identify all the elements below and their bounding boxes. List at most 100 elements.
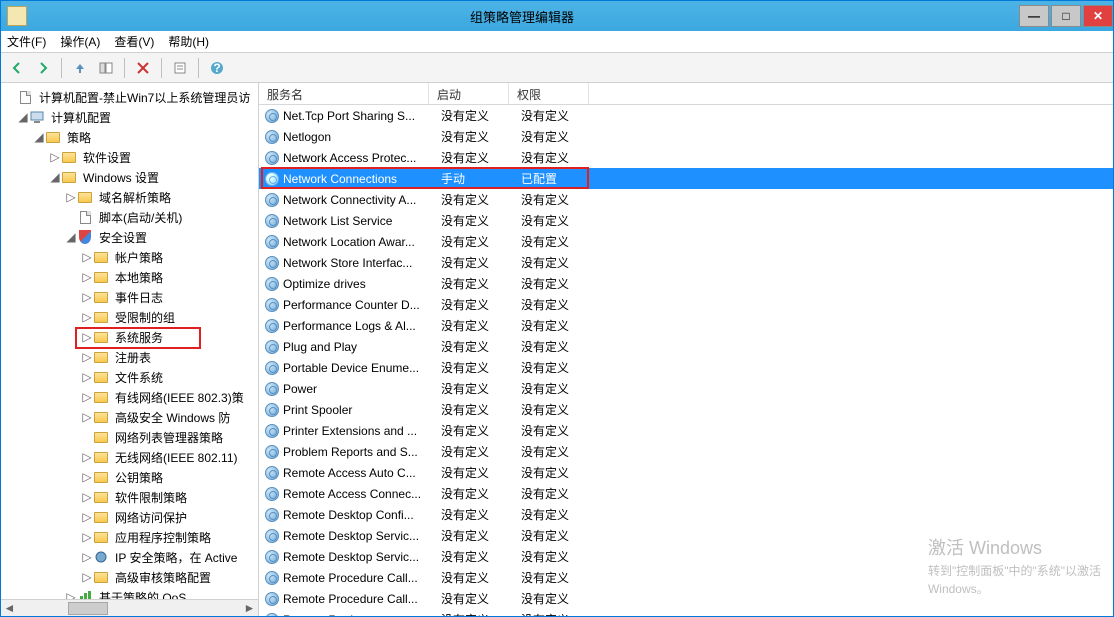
tree-nap[interactable]: ▷网络访问保护 <box>1 507 258 527</box>
service-name: Remote Desktop Servic... <box>283 529 441 543</box>
service-icon <box>265 172 279 186</box>
service-row[interactable]: Net.Tcp Port Sharing S...没有定义没有定义 <box>259 105 1113 126</box>
service-startup: 没有定义 <box>441 212 521 229</box>
menu-action[interactable]: 操作(A) <box>60 33 100 50</box>
service-row[interactable]: Remote Desktop Servic...没有定义没有定义 <box>259 525 1113 546</box>
tree-scripts[interactable]: 脚本(启动/关机) <box>1 207 258 227</box>
tree-local-policies[interactable]: ▷本地策略 <box>1 267 258 287</box>
tree-file-system[interactable]: ▷文件系统 <box>1 367 258 387</box>
service-row[interactable]: Portable Device Enume...没有定义没有定义 <box>259 357 1113 378</box>
tree-wired-network[interactable]: ▷有线网络(IEEE 802.3)策 <box>1 387 258 407</box>
col-startup[interactable]: 启动 <box>429 83 509 104</box>
show-hide-tree-button[interactable] <box>94 56 118 80</box>
service-row[interactable]: Remote Desktop Servic...没有定义没有定义 <box>259 546 1113 567</box>
service-startup: 没有定义 <box>441 464 521 481</box>
svg-text:?: ? <box>213 61 220 75</box>
service-row[interactable]: Remote Access Auto C...没有定义没有定义 <box>259 462 1113 483</box>
service-startup: 没有定义 <box>441 275 521 292</box>
service-row[interactable]: Network Store Interfac...没有定义没有定义 <box>259 252 1113 273</box>
service-permission: 没有定义 <box>521 107 601 124</box>
service-startup: 没有定义 <box>441 506 521 523</box>
menu-view[interactable]: 查看(V) <box>114 33 154 50</box>
list-pane[interactable]: 服务名 启动 权限 Net.Tcp Port Sharing S...没有定义没… <box>259 83 1113 616</box>
service-row[interactable]: Remote Desktop Confi...没有定义没有定义 <box>259 504 1113 525</box>
folder-icon <box>94 472 108 483</box>
service-row[interactable]: Network List Service没有定义没有定义 <box>259 210 1113 231</box>
service-row[interactable]: Network Connectivity A...没有定义没有定义 <box>259 189 1113 210</box>
service-name: Netlogon <box>283 130 441 144</box>
service-row[interactable]: Optimize drives没有定义没有定义 <box>259 273 1113 294</box>
service-row[interactable]: Performance Counter D...没有定义没有定义 <box>259 294 1113 315</box>
service-row[interactable]: Problem Reports and S...没有定义没有定义 <box>259 441 1113 462</box>
service-permission: 没有定义 <box>521 296 601 313</box>
folder-icon <box>94 512 108 523</box>
properties-button[interactable] <box>168 56 192 80</box>
folder-icon <box>94 572 108 583</box>
service-icon <box>265 592 279 606</box>
service-name: Remote Procedure Call... <box>283 571 441 585</box>
tree-wireless-network[interactable]: ▷无线网络(IEEE 802.11) <box>1 447 258 467</box>
folder-icon <box>62 172 76 183</box>
service-row[interactable]: Power没有定义没有定义 <box>259 378 1113 399</box>
tree-software-restriction[interactable]: ▷软件限制策略 <box>1 487 258 507</box>
service-row[interactable]: Remote Access Connec...没有定义没有定义 <box>259 483 1113 504</box>
tree-computer-config[interactable]: ◢计算机配置 <box>1 107 258 127</box>
forward-button[interactable] <box>31 56 55 80</box>
service-name: Network Location Awar... <box>283 235 441 249</box>
service-row[interactable]: Remote Registry没有定义没有定义 <box>259 609 1113 616</box>
tree-system-services[interactable]: ▷系统服务 <box>1 327 258 347</box>
service-row[interactable]: Network Access Protec...没有定义没有定义 <box>259 147 1113 168</box>
service-row[interactable]: Remote Procedure Call...没有定义没有定义 <box>259 567 1113 588</box>
tree-root[interactable]: 计算机配置-禁止Win7以上系统管理员访 <box>1 87 258 107</box>
tree-public-key-policies[interactable]: ▷公钥策略 <box>1 467 258 487</box>
tree-windows-firewall[interactable]: ▷高级安全 Windows 防 <box>1 407 258 427</box>
up-button[interactable] <box>68 56 92 80</box>
titlebar[interactable]: 组策略管理编辑器 — □ ✕ <box>1 1 1113 31</box>
service-icon <box>265 319 279 333</box>
service-permission: 没有定义 <box>521 233 601 250</box>
tree-account-policies[interactable]: ▷帐户策略 <box>1 247 258 267</box>
close-button[interactable]: ✕ <box>1083 5 1113 27</box>
service-row[interactable]: Netlogon没有定义没有定义 <box>259 126 1113 147</box>
help-button[interactable]: ? <box>205 56 229 80</box>
service-row[interactable]: Remote Procedure Call...没有定义没有定义 <box>259 588 1113 609</box>
folder-icon <box>78 192 92 203</box>
tree-name-resolution[interactable]: ▷域名解析策略 <box>1 187 258 207</box>
delete-button[interactable] <box>131 56 155 80</box>
maximize-button[interactable]: □ <box>1051 5 1081 27</box>
service-row[interactable]: Printer Extensions and ...没有定义没有定义 <box>259 420 1113 441</box>
service-name: Remote Procedure Call... <box>283 592 441 606</box>
service-row[interactable]: Plug and Play没有定义没有定义 <box>259 336 1113 357</box>
col-service-name[interactable]: 服务名 <box>259 83 429 104</box>
col-permission[interactable]: 权限 <box>509 83 589 104</box>
minimize-button[interactable]: — <box>1019 5 1049 27</box>
tree-network-list-manager[interactable]: 网络列表管理器策略 <box>1 427 258 447</box>
tree-pane[interactable]: 计算机配置-禁止Win7以上系统管理员访 ◢计算机配置 ◢策略 ▷软件设置 ◢W… <box>1 83 259 616</box>
service-permission: 没有定义 <box>521 191 601 208</box>
back-button[interactable] <box>5 56 29 80</box>
service-row[interactable]: Network Location Awar...没有定义没有定义 <box>259 231 1113 252</box>
tree-software-settings[interactable]: ▷软件设置 <box>1 147 258 167</box>
menu-help[interactable]: 帮助(H) <box>168 33 209 50</box>
service-startup: 没有定义 <box>441 296 521 313</box>
tree-event-log[interactable]: ▷事件日志 <box>1 287 258 307</box>
service-row[interactable]: Print Spooler没有定义没有定义 <box>259 399 1113 420</box>
service-startup: 没有定义 <box>441 128 521 145</box>
service-row[interactable]: Network Connections手动已配置 <box>259 168 1113 189</box>
service-icon <box>265 403 279 417</box>
service-permission: 没有定义 <box>521 464 601 481</box>
service-permission: 没有定义 <box>521 359 601 376</box>
tree-registry[interactable]: ▷注册表 <box>1 347 258 367</box>
tree-app-control[interactable]: ▷应用程序控制策略 <box>1 527 258 547</box>
tree-advanced-audit[interactable]: ▷高级审核策略配置 <box>1 567 258 587</box>
tree-hscrollbar[interactable]: ◄► <box>1 599 258 616</box>
tree-security-settings[interactable]: ◢安全设置 <box>1 227 258 247</box>
tree-restricted-groups[interactable]: ▷受限制的组 <box>1 307 258 327</box>
menu-file[interactable]: 文件(F) <box>7 33 46 50</box>
tree-policies[interactable]: ◢策略 <box>1 127 258 147</box>
service-icon <box>265 571 279 585</box>
list-header[interactable]: 服务名 启动 权限 <box>259 83 1113 105</box>
tree-windows-settings[interactable]: ◢Windows 设置 <box>1 167 258 187</box>
tree-ipsec[interactable]: ▷IP 安全策略，在 Active <box>1 547 258 567</box>
service-row[interactable]: Performance Logs & Al...没有定义没有定义 <box>259 315 1113 336</box>
